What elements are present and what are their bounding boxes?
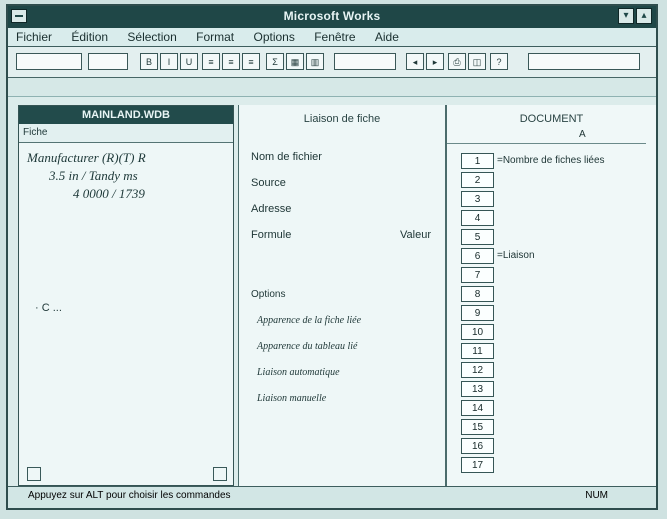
value-box[interactable] <box>334 53 396 70</box>
dialog-options-heading: Options <box>251 289 286 300</box>
screen: Microsoft Works ▾ ▴ Fichier Édition Séle… <box>0 0 667 519</box>
grid-cell-row-1[interactable]: =Nombre de fiches liées <box>497 153 646 169</box>
left-panel-resize-handle-icon[interactable] <box>27 467 41 481</box>
toolbar-strip <box>8 78 656 97</box>
grid-cell-row-4[interactable] <box>497 210 646 226</box>
font-selector[interactable] <box>16 53 82 70</box>
grid-cell-row-17[interactable] <box>497 457 646 473</box>
grid-cell-row-8[interactable] <box>497 286 646 302</box>
grid-cell-row-2[interactable] <box>497 172 646 188</box>
row-number-13[interactable]: 13 <box>461 381 494 397</box>
row-number-14[interactable]: 14 <box>461 400 494 416</box>
row-number-7[interactable]: 7 <box>461 267 494 283</box>
application-window: Microsoft Works ▾ ▴ Fichier Édition Séle… <box>6 4 658 510</box>
size-selector[interactable] <box>88 53 128 70</box>
grid-cell-row-9[interactable] <box>497 305 646 321</box>
row-number-12[interactable]: 12 <box>461 362 494 378</box>
row-number-11[interactable]: 11 <box>461 343 494 359</box>
dialog-option-1[interactable]: Apparence de la fiche liée <box>257 315 361 326</box>
left-panel-footer: · C ... <box>35 302 62 314</box>
left-panel-subbar[interactable]: Fiche <box>19 124 233 143</box>
chart-icon[interactable]: ▥ <box>306 53 324 70</box>
sum-icon[interactable]: Σ <box>266 53 284 70</box>
menu-bar: Fichier Édition Sélection Format Options… <box>8 28 656 47</box>
row-number-3[interactable]: 3 <box>461 191 494 207</box>
grid-cell-row-12[interactable] <box>497 362 646 378</box>
menu-item-options[interactable]: Options <box>245 28 302 46</box>
right-arrow-icon[interactable]: ▸ <box>426 53 444 70</box>
grid-cell-row-14[interactable] <box>497 400 646 416</box>
link-dialog: Liaison de fiche Nom de fichier Source A… <box>238 105 446 486</box>
menu-item-selection[interactable]: Sélection <box>119 28 184 46</box>
print-icon[interactable]: ⎙ <box>448 53 466 70</box>
grid-title: DOCUMENT <box>519 113 584 125</box>
bold-icon[interactable]: B <box>140 53 158 70</box>
dialog-option-3[interactable]: Liaison automatique <box>257 367 340 378</box>
menu-item-fichier[interactable]: Fichier <box>8 28 60 46</box>
table-icon[interactable]: ▦ <box>286 53 304 70</box>
dialog-field-1: Nom de fichier <box>251 151 322 163</box>
row-number-10[interactable]: 10 <box>461 324 494 340</box>
spreadsheet-panel: DOCUMENT A 1 =Nombre de fiches liées 2 3 4 5 6… <box>446 105 656 486</box>
row-number-6[interactable]: 6 <box>461 248 494 264</box>
row-number-8[interactable]: 8 <box>461 286 494 302</box>
dialog-field-4: Formule Valeur <box>251 229 431 241</box>
status-left-text: Appuyez sur ALT pour choisir les command… <box>28 490 231 501</box>
align-center-icon[interactable]: ≡ <box>222 53 240 70</box>
title-bar[interactable]: Microsoft Works ▾ ▴ <box>8 6 656 28</box>
toolbar-end-field[interactable] <box>528 53 640 70</box>
menu-item-edition[interactable]: Édition <box>63 28 116 46</box>
row-number-2[interactable]: 2 <box>461 172 494 188</box>
row-number-17[interactable]: 17 <box>461 457 494 473</box>
row-number-9[interactable]: 9 <box>461 305 494 321</box>
dialog-option-4[interactable]: Liaison manuelle <box>257 393 326 404</box>
left-panel-resize-icon[interactable] <box>213 467 227 481</box>
menu-item-fenetre[interactable]: Fenêtre <box>306 28 363 46</box>
row-number-16[interactable]: 16 <box>461 438 494 454</box>
preview-icon[interactable]: ◫ <box>468 53 486 70</box>
dialog-option-2[interactable]: Apparence du tableau lié <box>257 341 357 352</box>
maximize-icon[interactable]: ▴ <box>636 8 652 24</box>
grid-cell-row-6[interactable]: =Liaison <box>497 248 646 264</box>
grid-cell-row-10[interactable] <box>497 324 646 340</box>
menu-item-format[interactable]: Format <box>188 28 242 46</box>
dialog-field-3: Adresse <box>251 203 292 215</box>
app-title: Microsoft Works <box>283 9 381 23</box>
dialog-field-2: Source <box>251 177 286 189</box>
column-header: A <box>447 129 646 144</box>
grid-cell-row-16[interactable] <box>497 438 646 454</box>
left-arrow-icon[interactable]: ◂ <box>406 53 424 70</box>
grid-cell-row-7[interactable] <box>497 267 646 283</box>
align-left-icon[interactable]: ≡ <box>202 53 220 70</box>
dialog-title: Liaison de fiche <box>303 113 381 125</box>
align-right-icon[interactable]: ≡ <box>242 53 260 70</box>
toolbar: B I U ≡ ≡ ≡ Σ ▦ ▥ ◂ ▸ ⎙ ◫ ? <box>8 47 656 78</box>
status-bar: Appuyez sur ALT pour choisir les command… <box>8 486 656 508</box>
row-number-15[interactable]: 15 <box>461 419 494 435</box>
grid-cell-row-11[interactable] <box>497 343 646 359</box>
underline-icon[interactable]: U <box>180 53 198 70</box>
left-panel-line-2: 3.5 in / Tandy ms <box>49 168 138 183</box>
italic-icon[interactable]: I <box>160 53 178 70</box>
left-panel: MAINLAND.WDB Fiche Manufacturer (R)(T) R… <box>18 105 234 486</box>
menu-item-aide[interactable]: Aide <box>367 28 407 46</box>
row-number-4[interactable]: 4 <box>461 210 494 226</box>
grid-cell-row-3[interactable] <box>497 191 646 207</box>
workspace: MAINLAND.WDB Fiche Manufacturer (R)(T) R… <box>8 97 656 486</box>
grid-cell-row-5[interactable] <box>497 229 646 245</box>
status-right-text: NUM <box>585 490 608 501</box>
left-panel-line-1: Manufacturer (R)(T) R <box>27 150 146 165</box>
grid-cell-row-13[interactable] <box>497 381 646 397</box>
help-icon[interactable]: ? <box>490 53 508 70</box>
minimize-icon[interactable]: ▾ <box>618 8 634 24</box>
row-number-1[interactable]: 1 <box>461 153 494 169</box>
row-number-5[interactable]: 5 <box>461 229 494 245</box>
grid-cell-row-15[interactable] <box>497 419 646 435</box>
left-panel-title[interactable]: MAINLAND.WDB <box>19 106 233 124</box>
left-panel-line-3: 4 0000 / 1739 <box>73 186 145 201</box>
